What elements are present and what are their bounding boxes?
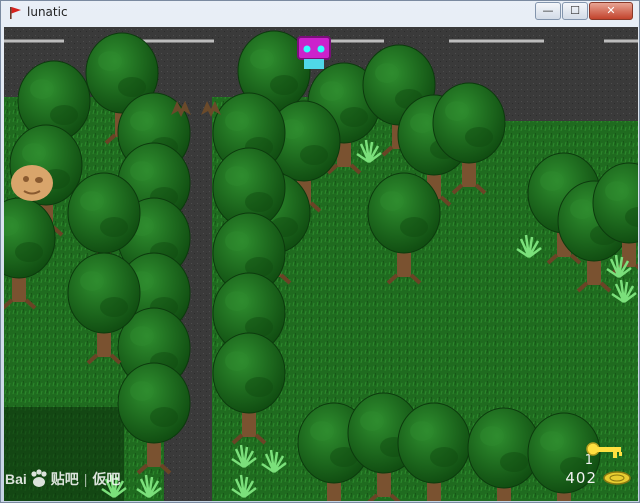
pumpkin-head-icon <box>11 165 53 201</box>
minimize-button[interactable]: — <box>535 2 561 20</box>
score-counter: 402 <box>565 469 597 487</box>
window-title: lunatic <box>27 5 68 19</box>
game-viewport[interactable] <box>4 27 638 501</box>
key-icon <box>586 442 622 458</box>
hud: 1 402 <box>565 442 631 487</box>
red-flag-icon <box>10 7 21 19</box>
watermark-text-left: Bai <box>5 471 27 487</box>
game-scene <box>4 27 638 501</box>
maximize-icon: ☐ <box>570 4 580 17</box>
watermark-separator: | <box>83 471 88 487</box>
minimize-icon: — <box>542 4 554 17</box>
close-icon: ✕ <box>606 4 616 17</box>
coin-icon <box>603 471 631 485</box>
close-button[interactable]: ✕ <box>589 2 633 20</box>
watermark-text-mid: 贴吧 <box>50 471 79 487</box>
watermark-text-right: 仮吧 <box>92 471 121 487</box>
game-window: lunatic — ☐ ✕ Bai 贴吧 | 仮吧 1 402 <box>0 0 640 503</box>
title-bar[interactable]: lunatic — ☐ ✕ <box>1 1 639 25</box>
baidu-watermark: Bai 贴吧 | 仮吧 <box>5 467 120 491</box>
maximize-button[interactable]: ☐ <box>562 2 588 20</box>
paw-icon <box>31 469 47 487</box>
